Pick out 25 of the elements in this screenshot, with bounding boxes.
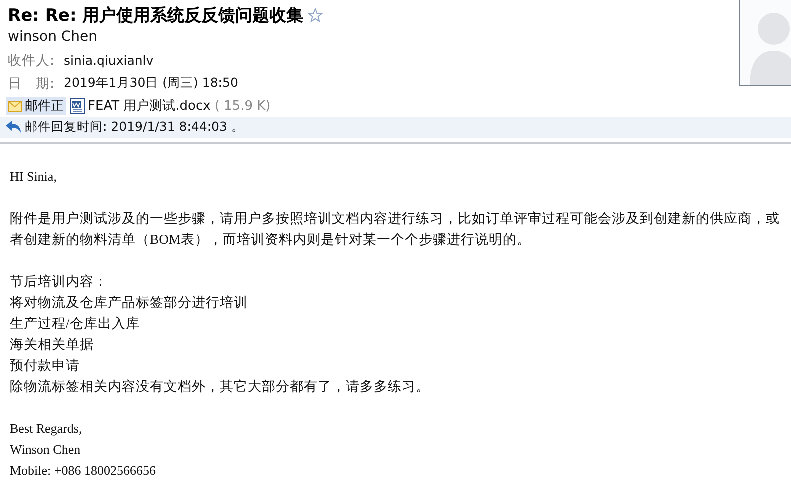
reply-time-notice: 邮件回复时间: 2019/1/31 8:44:03 。 [25, 119, 244, 136]
field-label: 日 期: [8, 74, 56, 92]
field-label: 收件人: [8, 52, 56, 70]
signature-line: Mobile: +086 18002566656 [10, 462, 157, 480]
reply-arrow-icon [6, 121, 22, 134]
body-line: 预付款申请 [10, 357, 81, 375]
list-heading: 节后培训内容： [10, 273, 109, 291]
signature-line: Best Regards, [10, 420, 84, 438]
field-value: sinia.qiuxianlv [64, 53, 154, 68]
signature-line: Winson Chen [10, 441, 82, 459]
attachment-link[interactable]: FEAT 用户测试.docx [68, 97, 213, 115]
mail-tab[interactable]: 邮件正 [6, 97, 66, 115]
email-subject: Re: Re: 用户使用系统反反馈问题收集 [8, 4, 304, 26]
star-icon[interactable] [308, 8, 323, 22]
body-line: 除物流标签相关内容没有文档外，其它大部分都有了，请多多练习。 [10, 378, 431, 396]
body-line: 海关相关单据 [10, 336, 95, 354]
field-value: 2019年1月30日 (周三) 18:50 [64, 75, 238, 92]
word-document-icon [70, 98, 85, 114]
sender-name: winson Chen [8, 28, 99, 47]
body-paragraph: 附件是用户测试涉及的一些步骤，请用户多按照培训文档内容进行练习，比如订单评审过程可能会涉及到创建新的供应商，或者创建新的物料清单（BOM表），而培训资料内则是针对某一个个步骤进行说明的。 [10, 210, 781, 249]
greeting-text: HI Sinia, [10, 168, 58, 186]
envelope-icon [8, 100, 22, 112]
body-line: 将对物流及仓库产品标签部分进行培训 [10, 294, 249, 312]
file-size: ( 15.9 K) [214, 98, 271, 114]
body-line: 生产过程/仓库出入库 [10, 315, 141, 333]
